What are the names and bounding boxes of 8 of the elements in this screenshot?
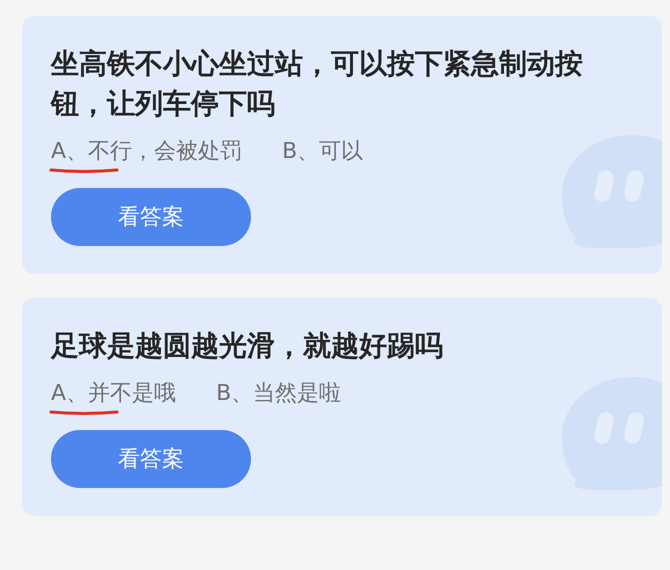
show-answer-button[interactable]: 看答案 bbox=[51, 430, 251, 488]
show-answer-button[interactable]: 看答案 bbox=[51, 188, 251, 246]
answer-option: A、并不是哦 bbox=[51, 381, 176, 406]
answer-option: B、当然是啦 bbox=[216, 381, 342, 406]
question-text: 坐高铁不小心坐过站，可以按下紧急制动按钮，让列车停下吗 bbox=[51, 46, 584, 122]
answer-option: B、可以 bbox=[282, 139, 364, 164]
answer-option: A、不行，会被处罚 bbox=[51, 139, 242, 164]
question-text: 足球是越圆越光滑，就越好踢吗 bbox=[51, 328, 444, 364]
